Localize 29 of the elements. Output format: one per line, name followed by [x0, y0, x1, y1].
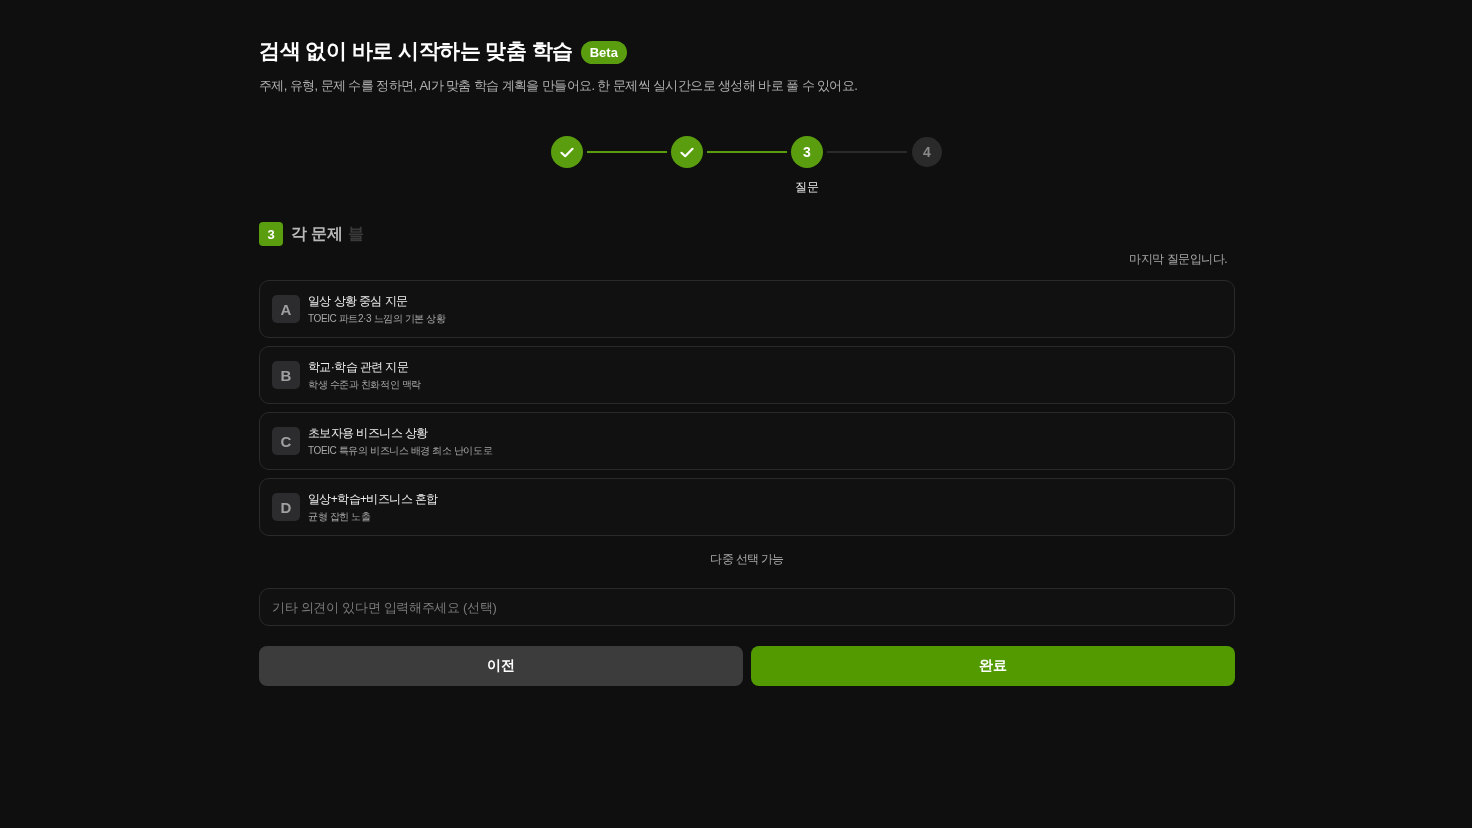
- option-title: 초보자용 비즈니스 상황: [308, 424, 428, 442]
- answer-option[interactable]: B 학교·학습 관련 지문 학생 수준과 친화적인 맥락: [259, 346, 1235, 404]
- last-question-note: 마지막 질문입니다.: [1129, 251, 1227, 268]
- step-number: 3: [791, 136, 823, 168]
- option-description: 학생 수준과 친화적인 맥락: [308, 377, 421, 392]
- page-subtitle: 주제, 유형, 문제 수를 정하면, AI가 맞춤 학습 계획을 만들어요. 한 문제씩 실시간으로 생성해 바로 풀 수 있어요.: [259, 77, 859, 95]
- complete-button[interactable]: 완료: [751, 646, 1235, 686]
- option-description: 균형 잡힌 노출: [308, 509, 371, 524]
- answer-option[interactable]: C 초보자용 비즈니스 상황 TOEIC 특유의 비즈니스 배경 최소 난이도로: [259, 412, 1235, 470]
- previous-button[interactable]: 이전: [259, 646, 743, 686]
- multi-select-hint: 다중 선택 가능: [710, 552, 784, 567]
- option-description: TOEIC 특유의 비즈니스 배경 최소 난이도로: [308, 443, 493, 458]
- option-letter: C: [272, 427, 300, 455]
- step-number: 4: [912, 137, 942, 167]
- step-label: 질문: [795, 179, 819, 195]
- beta-badge: Beta: [580, 40, 627, 64]
- question-title: 각 문제: [291, 224, 344, 244]
- answer-option[interactable]: D 일상+학습+비즈니스 혼합 균형 잡힌 노출: [259, 478, 1235, 536]
- comment-input-field[interactable]: 기타 의견이 있다면 입력해주세요 (선택): [259, 588, 1235, 626]
- answer-option[interactable]: A 일상 상황 중심 지문 TOEIC 파트2·3 느낌의 기본 상황: [259, 280, 1235, 338]
- page-title: 검색 없이 바로 시작하는 맞춤 학습: [259, 38, 573, 64]
- option-title: 일상 상황 중심 지문: [308, 292, 408, 310]
- option-letter: D: [272, 493, 300, 521]
- option-letter: A: [272, 295, 300, 323]
- option-letter: B: [272, 361, 300, 389]
- option-description: TOEIC 파트2·3 느낌의 기본 상황: [308, 311, 446, 326]
- question-number: 3: [259, 222, 283, 246]
- option-title: 학교·학습 관련 지문: [308, 358, 409, 376]
- option-title: 일상+학습+비즈니스 혼합: [308, 490, 438, 508]
